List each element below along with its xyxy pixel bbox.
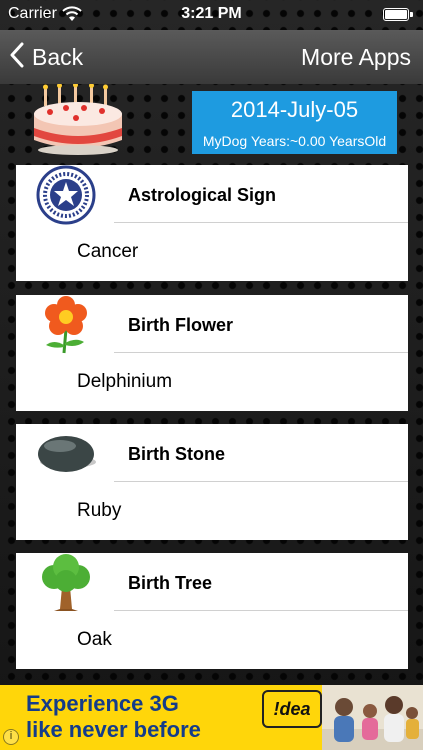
- back-button[interactable]: Back: [10, 40, 83, 74]
- info-icon[interactable]: i: [3, 729, 19, 745]
- card-value: Oak: [77, 629, 112, 650]
- astrological-sign-card: Astrological Sign Cancer: [16, 165, 408, 281]
- card-title: Astrological Sign: [128, 185, 277, 205]
- status-bar: Carrier 3:21 PM: [0, 0, 423, 30]
- ad-banner[interactable]: Experience 3G like never before !dea: [0, 685, 423, 750]
- dog-age-label: MyDog Years:~0.00 YearsOld: [202, 133, 387, 149]
- selected-date: 2014-July-05: [230, 97, 359, 122]
- divider: [114, 610, 408, 611]
- card-title: Birth Tree: [128, 573, 213, 593]
- ad-headline-line2: like never before: [26, 717, 201, 742]
- more-apps-button[interactable]: More Apps: [301, 40, 411, 74]
- divider: [114, 481, 408, 482]
- card-value: Ruby: [77, 500, 122, 521]
- divider: [114, 352, 408, 353]
- navigation-bar: Back More Apps: [0, 30, 423, 84]
- tree-icon: [34, 553, 98, 613]
- date-display: 2014-July-05 MyDog Years:~0.00 YearsOld: [192, 91, 397, 154]
- card-title: Birth Stone: [128, 444, 225, 464]
- ad-brand-logo: !dea: [262, 690, 322, 728]
- back-button-label: Back: [32, 43, 84, 70]
- status-time: 3:21 PM: [181, 5, 242, 22]
- family-photo: [322, 685, 423, 750]
- card-value: Cancer: [77, 241, 139, 262]
- birth-stone-card: Birth Stone Ruby: [16, 424, 408, 540]
- zodiac-wheel-icon: [34, 165, 98, 225]
- card-title: Birth Flower: [128, 315, 234, 335]
- card-value: Delphinium: [77, 371, 173, 392]
- ad-headline-line1: Experience 3G: [26, 691, 179, 716]
- divider: [114, 222, 408, 223]
- battery-icon: [383, 8, 413, 21]
- stone-icon: [34, 424, 98, 484]
- birth-tree-card: Birth Tree Oak: [16, 553, 408, 669]
- birth-flower-card: Birth Flower Delphinium: [16, 295, 408, 411]
- flower-icon: [34, 295, 98, 355]
- ad-headline: Experience 3G like never before: [26, 691, 201, 743]
- chevron-left-icon: [10, 42, 24, 73]
- birthday-cake-icon: [30, 82, 126, 161]
